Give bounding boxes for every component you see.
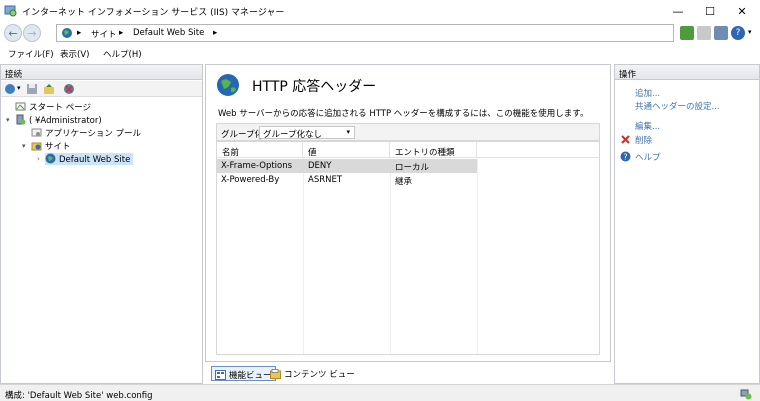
action-set-common-headers[interactable]: 共通ヘッダーの設定... <box>635 100 720 112</box>
maximize-button[interactable]: ☐ <box>692 0 728 22</box>
column-divider <box>477 158 478 354</box>
connections-panel: 接続 ▾ スタート ページ ▾ ( ¥Administrator) アプリケーシ… <box>0 64 203 384</box>
menu-view[interactable]: 表示(V) <box>60 48 89 60</box>
expand-arrow-icon[interactable]: ▾ <box>22 142 26 150</box>
group-by-bar: グループ化: グループ化なし ▾ <box>216 123 600 141</box>
tree-item-server[interactable]: ( ¥Administrator) <box>15 114 102 126</box>
features-view-icon <box>215 370 226 380</box>
feature-panel: HTTP 応答ヘッダー Web サーバーからの応答に追加される HTTP ヘッダ… <box>205 64 611 362</box>
header-name-cell: X-Frame-Options <box>221 161 293 171</box>
column-header-value[interactable]: 値 <box>303 142 390 158</box>
column-header-blank <box>477 142 599 158</box>
header-entry-type-cell: 継承 <box>395 177 413 187</box>
feature-description: Web サーバーからの応答に追加される HTTP ヘッダーを構成するには、この機… <box>218 109 589 119</box>
window-title: インターネット インフォメーション サービス (IIS) マネージャー <box>22 8 285 18</box>
headers-table: 名前 値 エントリの種類 ⌃ X-Frame-Options DENY ローカル… <box>216 137 600 355</box>
breadcrumb-separator: ▸ <box>77 28 82 38</box>
column-divider <box>303 158 304 354</box>
action-help[interactable]: ヘルプ <box>635 151 661 163</box>
header-value-cell: DENY <box>308 161 332 171</box>
save-icon[interactable] <box>26 83 38 95</box>
home-icon[interactable] <box>714 26 728 40</box>
tab-content-view[interactable]: コンテンツ ビュー <box>267 366 358 381</box>
tree-label-default-web-site: Default Web Site <box>59 155 131 165</box>
forward-button[interactable]: → <box>23 24 41 42</box>
menu-help[interactable]: ヘルプ(H) <box>103 48 142 60</box>
connect-dropdown-icon[interactable]: ▾ <box>17 84 21 92</box>
header-name-cell: X-Powered-By <box>221 175 280 185</box>
actions-panel: 操作 追加... 共通ヘッダーの設定... 編集... 削除 ? ヘルプ <box>614 64 760 384</box>
chevron-down-icon: ▾ <box>346 128 350 136</box>
content-view-icon <box>270 369 281 379</box>
action-edit[interactable]: 編集... <box>635 120 660 132</box>
network-status-icon <box>740 389 752 400</box>
stop-icon[interactable] <box>697 26 711 40</box>
minimize-button[interactable]: — <box>660 0 696 22</box>
tab-features-view[interactable]: 機能ビュー <box>211 366 276 381</box>
globe-icon <box>62 28 72 38</box>
action-add[interactable]: 追加... <box>635 87 660 99</box>
breadcrumb-separator: ▸ <box>119 28 124 38</box>
sort-arrow-icon: ⌃ <box>257 137 263 145</box>
remove-icon <box>621 135 630 144</box>
header-value-cell: ASRNET <box>308 175 343 185</box>
address-bar[interactable]: ▸ サイト ▸ Default Web Site ▸ <box>56 24 674 42</box>
sites-folder-icon <box>31 142 42 151</box>
status-text: 構成: 'Default Web Site' web.config <box>5 391 153 401</box>
start-page-icon <box>15 102 26 111</box>
tree-label-sites: サイト <box>45 142 71 152</box>
address-row: ← → ▸ サイト ▸ Default Web Site ▸ ? ▾ <box>0 22 760 44</box>
iis-app-icon <box>4 5 17 17</box>
page-title: HTTP 応答ヘッダー <box>252 79 377 95</box>
column-header-entry-type[interactable]: エントリの種類 <box>390 142 477 158</box>
tree-item-start-page[interactable]: スタート ページ <box>15 101 91 113</box>
menu-bar: ファイル(F) 表示(V) ヘルプ(H) <box>0 44 760 62</box>
tree-item-sites[interactable]: サイト <box>31 140 71 152</box>
globe-icon <box>217 74 239 96</box>
app-pool-icon <box>31 128 42 137</box>
collapse-arrow-icon[interactable]: › <box>37 155 40 163</box>
refresh-icon[interactable] <box>680 26 694 40</box>
action-remove[interactable]: 削除 <box>635 134 652 146</box>
tree-label-start-page: スタート ページ <box>29 103 92 113</box>
title-bar: インターネット インフォメーション サービス (IIS) マネージャー — ☐ … <box>0 0 760 22</box>
expand-arrow-icon[interactable]: ▾ <box>6 116 10 124</box>
help-icon: ? <box>620 151 631 162</box>
connections-toolbar: ▾ <box>1 81 202 97</box>
globe-icon <box>45 153 56 164</box>
breadcrumb-separator: ▸ <box>213 28 218 38</box>
disconnect-icon[interactable] <box>63 83 75 95</box>
column-divider <box>390 158 391 354</box>
table-row[interactable]: X-Powered-By ASRNET 継承 <box>217 173 477 187</box>
group-by-value: グループ化なし <box>263 130 322 140</box>
group-by-select[interactable]: グループ化なし ▾ <box>259 126 355 140</box>
table-row[interactable]: X-Frame-Options DENY ローカル <box>217 159 477 173</box>
header-entry-type-cell: ローカル <box>395 163 430 173</box>
server-icon <box>16 114 26 125</box>
menu-file[interactable]: ファイル(F) <box>8 48 54 60</box>
actions-header: 操作 <box>614 64 760 80</box>
breadcrumb-item-default-web-site[interactable]: Default Web Site <box>133 28 204 38</box>
tree-label-server: ( ¥Administrator) <box>29 116 102 126</box>
breadcrumb-item-sites[interactable]: サイト <box>91 28 117 40</box>
help-icon[interactable]: ? <box>731 26 745 40</box>
up-folder-icon[interactable] <box>43 83 55 95</box>
tree-item-default-web-site[interactable]: Default Web Site <box>45 153 134 165</box>
back-button[interactable]: ← <box>4 24 22 42</box>
tree-item-app-pools[interactable]: アプリケーション プール <box>31 127 141 139</box>
status-bar: 構成: 'Default Web Site' web.config <box>0 384 760 401</box>
connections-header: 接続 <box>0 64 203 80</box>
connect-icon[interactable] <box>4 83 16 95</box>
view-tabs: 機能ビュー コンテンツ ビュー <box>205 364 611 382</box>
help-dropdown-icon[interactable]: ▾ <box>748 28 752 36</box>
close-button[interactable]: ✕ <box>724 0 760 22</box>
svg-text:?: ? <box>623 153 627 162</box>
tree-label-app-pools: アプリケーション プール <box>45 129 142 139</box>
